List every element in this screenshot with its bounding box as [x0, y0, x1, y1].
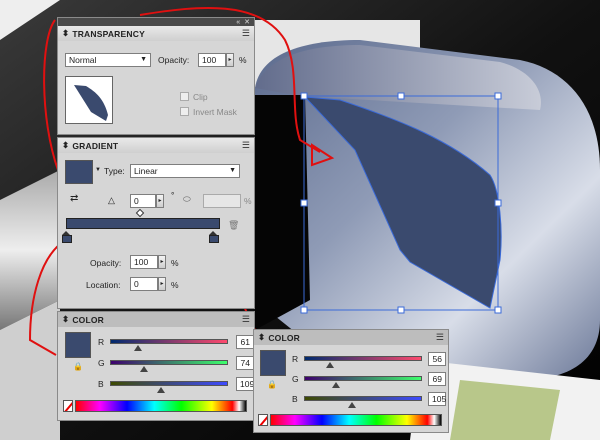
chevron-down-icon: ▼: [140, 56, 147, 63]
color-spectrum[interactable]: [75, 400, 247, 412]
stop-opacity-label: Opacity:: [90, 258, 122, 268]
panel-top-strip: « ✕: [58, 18, 254, 26]
tab-color[interactable]: ⬍ COLOR: [258, 332, 300, 343]
panel-menu-icon[interactable]: ☰: [436, 332, 444, 343]
b-input[interactable]: 105: [428, 392, 446, 406]
g-slider-thumb[interactable]: [331, 382, 340, 388]
location-label: Location:: [86, 280, 121, 290]
location-stepper[interactable]: ▸: [158, 277, 166, 291]
tab-transparency[interactable]: ⬍ TRANSPARENCY: [62, 28, 145, 39]
opacity-unit: %: [239, 55, 247, 65]
reverse-gradient-icon[interactable]: ⇄: [70, 193, 78, 204]
opacity-input[interactable]: 100: [198, 53, 226, 67]
aspect-ratio-input[interactable]: [203, 194, 241, 208]
r-slider[interactable]: [304, 356, 422, 361]
gradient-stop-right[interactable]: [209, 231, 219, 243]
none-color-button[interactable]: [63, 400, 73, 412]
r-label: R: [98, 337, 105, 347]
b-input[interactable]: 109: [236, 377, 254, 391]
tab-color[interactable]: ⬍ COLOR: [62, 314, 104, 325]
gradient-swatch[interactable]: [65, 160, 93, 184]
r-slider-thumb[interactable]: [134, 345, 143, 351]
stop-opacity-unit: %: [171, 258, 179, 268]
gradient-title-bar: ⬍ GRADIENT ☰: [58, 138, 254, 153]
gradient-slider-bar[interactable]: [66, 218, 220, 229]
aspect-unit: %: [244, 196, 252, 206]
trash-icon[interactable]: 🗑: [228, 220, 239, 231]
tab-arrows-icon: ⬍: [62, 314, 70, 324]
stop-opacity-stepper[interactable]: ▸: [158, 255, 166, 269]
collapse-icon[interactable]: «: [236, 19, 241, 26]
invert-mask-checkbox[interactable]: [180, 107, 189, 116]
b-label: B: [292, 394, 298, 404]
r-slider-thumb[interactable]: [325, 362, 334, 368]
color-panel-1: ⬍ COLOR ☰ 🔒 R 61 G 74 B 109: [57, 311, 255, 421]
degree-symbol: °: [171, 190, 175, 200]
tab-arrows-icon: ⬍: [258, 332, 266, 342]
gradient-midpoint-diamond[interactable]: [135, 208, 145, 218]
angle-input[interactable]: 0: [130, 194, 156, 208]
color-panel-2: ⬍ COLOR ☰ 🔒 R 56 G 69 B 105: [253, 329, 449, 433]
type-label: Type:: [104, 166, 125, 176]
none-color-button[interactable]: [258, 414, 268, 426]
angle-stepper[interactable]: ▸: [156, 194, 164, 208]
g-slider-thumb[interactable]: [140, 366, 149, 372]
b-slider-thumb[interactable]: [156, 387, 165, 393]
g-slider[interactable]: [304, 376, 422, 381]
b-label: B: [98, 379, 104, 389]
gradient-type-select[interactable]: Linear ▼: [130, 164, 240, 178]
transparency-title-bar: ⬍ TRANSPARENCY ☰: [58, 26, 254, 41]
clip-checkbox[interactable]: [180, 92, 189, 101]
blend-mode-select[interactable]: Normal ▼: [65, 53, 151, 67]
location-input[interactable]: 0: [130, 277, 158, 291]
lock-icon[interactable]: 🔒: [73, 362, 83, 371]
opacity-thumbnail[interactable]: [65, 76, 113, 124]
g-input[interactable]: 69: [428, 372, 446, 386]
panel-menu-icon[interactable]: ☰: [242, 140, 250, 151]
invert-mask-label: Invert Mask: [193, 107, 237, 117]
gradient-stop-left[interactable]: [62, 231, 72, 243]
r-label: R: [292, 354, 299, 364]
opacity-stepper[interactable]: ▸: [226, 53, 234, 67]
location-unit: %: [171, 280, 179, 290]
fill-swatch[interactable]: [65, 332, 91, 358]
r-input[interactable]: 61: [236, 335, 254, 349]
angle-icon: △: [108, 195, 115, 205]
g-slider[interactable]: [110, 360, 228, 365]
stop-opacity-input[interactable]: 100: [130, 255, 158, 269]
lock-icon[interactable]: 🔒: [267, 380, 277, 389]
clip-label: Clip: [193, 92, 208, 102]
tab-gradient[interactable]: ⬍ GRADIENT: [62, 140, 118, 151]
thumbnail-shape-icon: [74, 85, 108, 121]
r-slider[interactable]: [110, 339, 228, 344]
tab-transparency-label: TRANSPARENCY: [72, 28, 145, 39]
tab-color-label: COLOR: [72, 314, 105, 325]
color-title-bar: ⬍ COLOR ☰: [58, 312, 254, 327]
gradient-type-value: Linear: [134, 166, 158, 176]
tab-gradient-label: GRADIENT: [72, 140, 119, 151]
blend-mode-value: Normal: [69, 55, 97, 65]
chevron-down-icon: ▼: [229, 167, 236, 174]
b-slider[interactable]: [110, 381, 228, 386]
g-input[interactable]: 74: [236, 356, 254, 370]
panel-menu-icon[interactable]: ☰: [242, 314, 250, 325]
fill-swatch[interactable]: [260, 350, 286, 376]
g-label: G: [292, 374, 299, 384]
panel-menu-icon[interactable]: ☰: [242, 28, 250, 39]
b-slider-thumb[interactable]: [348, 402, 357, 408]
b-slider[interactable]: [304, 396, 422, 401]
transparency-panel: « ✕ ⬍ TRANSPARENCY ☰ Normal ▼ Opacity: 1…: [57, 17, 255, 135]
tab-arrows-icon: ⬍: [62, 28, 70, 38]
swatch-dropdown-icon[interactable]: ▼: [95, 167, 101, 173]
g-label: G: [98, 358, 105, 368]
tab-arrows-icon: ⬍: [62, 140, 70, 150]
tab-color-label: COLOR: [268, 332, 301, 343]
color-spectrum[interactable]: [270, 414, 442, 426]
gradient-panel: ⬍ GRADIENT ☰ ▼ Type: Linear ▼ ⇄ △ 0 ▸ ° …: [57, 137, 255, 309]
r-input[interactable]: 56: [428, 352, 446, 366]
color-title-bar: ⬍ COLOR ☰: [254, 330, 448, 345]
aspect-ratio-icon: ⬭: [183, 194, 191, 204]
opacity-label: Opacity:: [158, 55, 190, 65]
close-icon[interactable]: ✕: [244, 18, 251, 26]
